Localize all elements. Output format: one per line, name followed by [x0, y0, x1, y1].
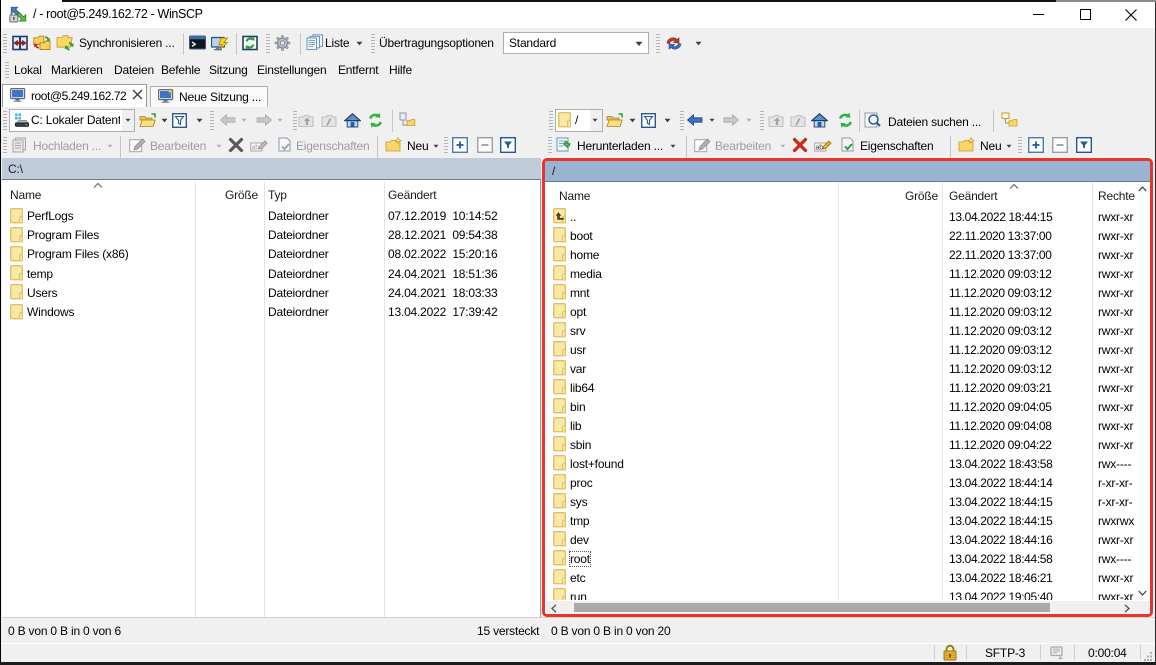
svg-text:ab: ab — [252, 145, 260, 152]
svg-text:ab: ab — [816, 145, 824, 152]
